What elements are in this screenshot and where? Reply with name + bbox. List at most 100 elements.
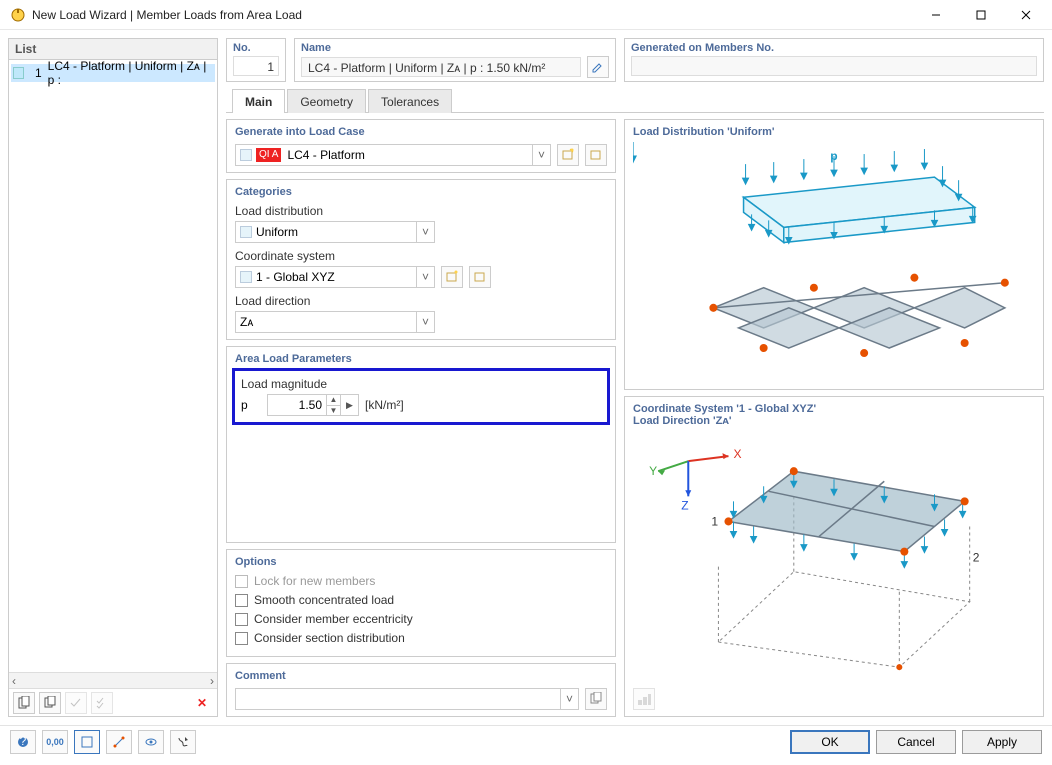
generated-members-field bbox=[631, 56, 1037, 76]
cancel-button[interactable]: Cancel bbox=[876, 730, 956, 754]
generate-section: Generate into Load Case QI A LC4 - Platfo… bbox=[226, 119, 616, 173]
check-button[interactable] bbox=[65, 692, 87, 714]
load-case-combo[interactable]: QI A LC4 - Platform ˅ bbox=[235, 144, 551, 166]
chevron-down-icon: ˅ bbox=[532, 144, 550, 166]
apply-button[interactable]: Apply bbox=[962, 730, 1042, 754]
comment-section: Comment ˅ bbox=[226, 663, 616, 717]
load-distribution-value: Uniform bbox=[256, 225, 298, 239]
magnitude-value[interactable] bbox=[267, 394, 327, 416]
load-case-library-button[interactable] bbox=[585, 144, 607, 166]
tab-geometry[interactable]: Geometry bbox=[287, 89, 366, 113]
generated-members-panel: Generated on Members No. bbox=[624, 38, 1044, 82]
number-value[interactable]: 1 bbox=[233, 56, 279, 76]
coordinate-diagram: X Y Z bbox=[633, 431, 1035, 682]
load-direction-combo[interactable]: Zᴀ ˅ bbox=[235, 311, 435, 333]
options-title: Options bbox=[235, 556, 607, 568]
qia-badge: QI A bbox=[256, 148, 281, 162]
svg-text:1: 1 bbox=[711, 515, 718, 529]
option-smooth[interactable]: Smooth concentrated load bbox=[235, 593, 607, 607]
name-label: Name bbox=[301, 42, 609, 54]
comment-combo[interactable]: ˅ bbox=[235, 688, 579, 710]
option-lock: Lock for new members bbox=[235, 574, 607, 588]
svg-text:Y: Y bbox=[649, 464, 657, 478]
categories-title: Categories bbox=[235, 186, 607, 198]
slider-button[interactable]: ▶ bbox=[341, 394, 359, 416]
magnitude-input[interactable]: ▲▼ ▶ bbox=[267, 394, 359, 416]
load-case-value: LC4 - Platform bbox=[287, 148, 364, 162]
name-panel: Name LC4 - Platform | Uniform | Zᴀ | p :… bbox=[294, 38, 616, 82]
coordinate-system-combo[interactable]: 1 - Global XYZ ˅ bbox=[235, 266, 435, 288]
illus-dist-title: Load Distribution 'Uniform' bbox=[633, 126, 1035, 138]
new-button[interactable] bbox=[13, 692, 35, 714]
close-button[interactable] bbox=[1003, 0, 1048, 30]
maximize-button[interactable] bbox=[958, 0, 1003, 30]
sidebar: List 1 LC4 - Platform | Uniform | Zᴀ | p… bbox=[8, 38, 218, 717]
footer: ? 0,00 OK Cancel Apply bbox=[0, 725, 1052, 757]
load-direction-value: Zᴀ bbox=[240, 315, 253, 329]
svg-text:2: 2 bbox=[973, 551, 980, 565]
ok-button[interactable]: OK bbox=[790, 730, 870, 754]
chevron-down-icon: ˅ bbox=[416, 266, 434, 288]
titlebar: New Load Wizard | Member Loads from Area… bbox=[0, 0, 1052, 30]
illus-cs-title: Coordinate System '1 - Global XYZ' bbox=[633, 403, 1035, 415]
view-iso-button[interactable] bbox=[138, 730, 164, 754]
generate-title: Generate into Load Case bbox=[235, 126, 607, 138]
area-load-parameters-section: Area Load Parameters Load magnitude p ▲▼… bbox=[226, 346, 616, 543]
new-load-case-button[interactable] bbox=[557, 144, 579, 166]
number-label: No. bbox=[233, 42, 279, 54]
comment-library-button[interactable] bbox=[585, 688, 607, 710]
help-button[interactable]: ? bbox=[10, 730, 36, 754]
cs-library-button[interactable] bbox=[469, 266, 491, 288]
scrollbar-horizontal[interactable]: ‹› bbox=[9, 672, 217, 688]
svg-text:Z: Z bbox=[681, 499, 688, 513]
sidebar-tree[interactable]: 1 LC4 - Platform | Uniform | Zᴀ | p : bbox=[9, 60, 217, 672]
script-button[interactable] bbox=[170, 730, 196, 754]
chevron-down-icon: ˅ bbox=[416, 311, 434, 333]
view-members-button[interactable] bbox=[106, 730, 132, 754]
list-item[interactable]: 1 LC4 - Platform | Uniform | Zᴀ | p : bbox=[11, 64, 215, 82]
delete-button[interactable]: ✕ bbox=[191, 692, 213, 714]
option-eccentricity[interactable]: Consider member eccentricity bbox=[235, 612, 607, 626]
window-title: New Load Wizard | Member Loads from Area… bbox=[32, 8, 913, 22]
chevron-down-icon: ˅ bbox=[560, 688, 578, 710]
chevron-down-icon: ˅ bbox=[416, 221, 434, 243]
coordinate-system-illustration: Coordinate System '1 - Global XYZ' Load … bbox=[624, 396, 1044, 717]
comment-title: Comment bbox=[235, 670, 607, 682]
app-icon bbox=[10, 7, 26, 23]
load-distribution-combo[interactable]: Uniform ˅ bbox=[235, 221, 435, 243]
svg-text:?: ? bbox=[20, 735, 27, 748]
svg-text:X: X bbox=[734, 447, 742, 461]
spin-up-icon[interactable]: ▲ bbox=[327, 395, 340, 406]
option-section-dist[interactable]: Consider section distribution bbox=[235, 631, 607, 645]
units-button[interactable]: 0,00 bbox=[42, 730, 68, 754]
magnitude-symbol: p bbox=[241, 398, 261, 412]
name-field[interactable]: LC4 - Platform | Uniform | Zᴀ | p : 1.50… bbox=[301, 57, 581, 77]
spin-down-icon[interactable]: ▼ bbox=[327, 406, 340, 416]
generated-members-label: Generated on Members No. bbox=[631, 42, 1037, 54]
area-load-parameters-title: Area Load Parameters bbox=[235, 353, 607, 365]
tab-bar: Main Geometry Tolerances bbox=[226, 88, 1044, 113]
new-cs-button[interactable] bbox=[441, 266, 463, 288]
view-button[interactable] bbox=[74, 730, 100, 754]
uniform-load-diagram: p bbox=[633, 142, 1035, 383]
load-magnitude-label: Load magnitude bbox=[241, 377, 601, 391]
tab-main[interactable]: Main bbox=[232, 89, 285, 113]
load-distribution-illustration: Load Distribution 'Uniform' p bbox=[624, 119, 1044, 390]
load-direction-label: Load direction bbox=[235, 294, 607, 308]
copy-button[interactable] bbox=[39, 692, 61, 714]
sidebar-header: List bbox=[9, 39, 217, 60]
color-swatch bbox=[13, 67, 24, 79]
minimize-button[interactable] bbox=[913, 0, 958, 30]
list-item-number: 1 bbox=[28, 66, 41, 80]
edit-name-button[interactable] bbox=[587, 56, 609, 78]
cs-settings-button[interactable] bbox=[633, 688, 655, 710]
load-distribution-label: Load distribution bbox=[235, 204, 607, 218]
list-item-label: LC4 - Platform | Uniform | Zᴀ | p : bbox=[48, 60, 213, 87]
magnitude-unit: [kN/m²] bbox=[365, 398, 404, 412]
illus-dir-title: Load Direction 'Zᴀ' bbox=[633, 415, 1035, 427]
check-all-button[interactable] bbox=[91, 692, 113, 714]
coordinate-system-label: Coordinate system bbox=[235, 249, 607, 263]
categories-section: Categories Load distribution Uniform ˅ C… bbox=[226, 179, 616, 340]
number-panel: No. 1 bbox=[226, 38, 286, 82]
tab-tolerances[interactable]: Tolerances bbox=[368, 89, 452, 113]
